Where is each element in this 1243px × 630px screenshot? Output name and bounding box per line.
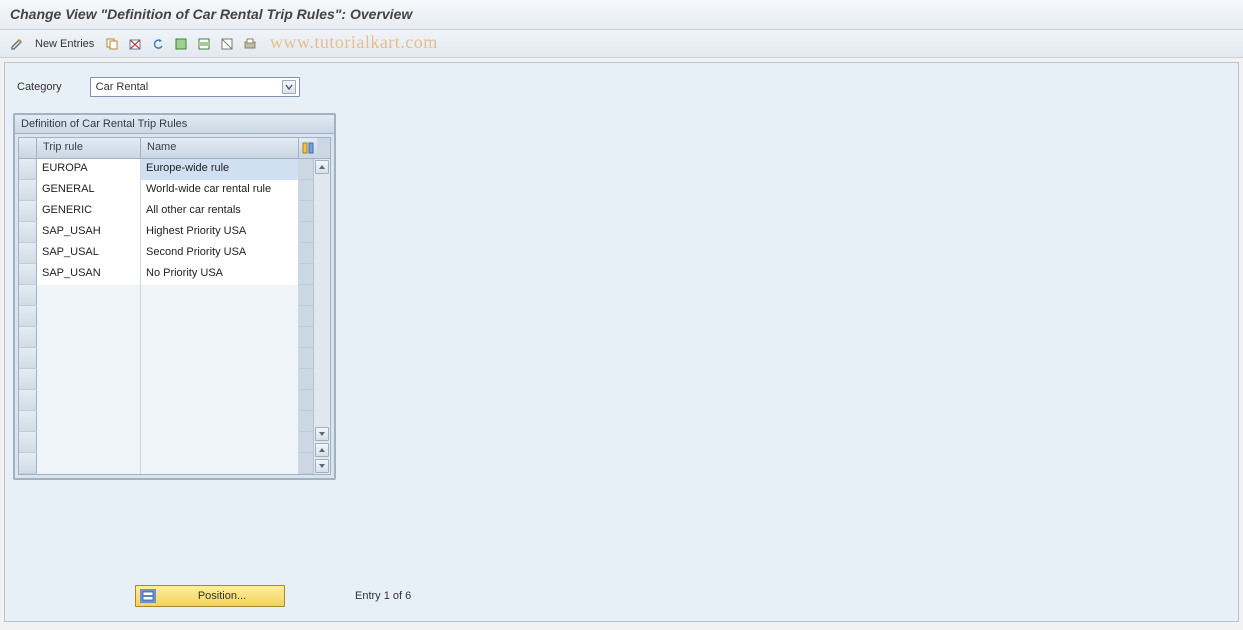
table-row[interactable]: GENERALWorld-wide car rental rule <box>19 180 313 201</box>
vertical-scrollbar[interactable] <box>313 159 330 474</box>
category-label: Category <box>17 81 62 93</box>
new-entries-button[interactable]: New Entries <box>31 35 98 53</box>
position-button[interactable]: Position... <box>135 585 285 607</box>
row-selector[interactable] <box>19 306 37 326</box>
cell-trip-rule[interactable] <box>37 306 141 327</box>
print-config-icon[interactable] <box>241 35 259 53</box>
cell-trip-rule[interactable] <box>37 432 141 453</box>
cell-trip-rule[interactable]: SAP_USAN <box>37 264 141 285</box>
entry-counter: Entry 1 of 6 <box>355 590 411 602</box>
footer-row: Position... Entry 1 of 6 <box>135 585 411 607</box>
scroll-up-icon[interactable] <box>315 160 329 174</box>
table-row[interactable] <box>19 306 313 327</box>
row-selector[interactable] <box>19 201 37 221</box>
chevron-down-icon <box>282 80 296 94</box>
row-selector[interactable] <box>19 180 37 200</box>
cell-trip-rule[interactable]: GENERAL <box>37 180 141 201</box>
row-selector[interactable] <box>19 285 37 305</box>
position-icon <box>140 589 156 603</box>
table-row[interactable] <box>19 411 313 432</box>
cell-trip-rule[interactable] <box>37 411 141 432</box>
content-area: Category Car Rental Definition of Car Re… <box>4 62 1239 622</box>
cell-name[interactable] <box>141 411 299 432</box>
table-row[interactable] <box>19 348 313 369</box>
row-selector[interactable] <box>19 348 37 368</box>
row-selector[interactable] <box>19 390 37 410</box>
row-selector[interactable] <box>19 264 37 284</box>
category-value: Car Rental <box>96 81 149 93</box>
cell-name[interactable]: No Priority USA <box>141 264 299 285</box>
table-row[interactable]: GENERICAll other car rentals <box>19 201 313 222</box>
scroll-down2-icon[interactable] <box>315 459 329 473</box>
cell-name[interactable] <box>141 285 299 306</box>
row-selector[interactable] <box>19 243 37 263</box>
delete-icon[interactable] <box>126 35 144 53</box>
row-selector[interactable] <box>19 369 37 389</box>
position-label: Position... <box>164 590 280 602</box>
category-dropdown[interactable]: Car Rental <box>90 77 300 97</box>
cell-name[interactable] <box>141 327 299 348</box>
cell-name[interactable] <box>141 348 299 369</box>
cell-trip-rule[interactable]: GENERIC <box>37 201 141 222</box>
cell-trip-rule[interactable]: SAP_USAL <box>37 243 141 264</box>
column-trip-rule[interactable]: Trip rule <box>37 138 141 158</box>
cell-name[interactable] <box>141 390 299 411</box>
row-selector[interactable] <box>19 222 37 242</box>
cell-trip-rule[interactable] <box>37 348 141 369</box>
table-header: Trip rule Name <box>19 138 330 159</box>
watermark-text: www.tutorialkart.com <box>270 32 438 53</box>
table-row[interactable] <box>19 369 313 390</box>
scroll-down-icon[interactable] <box>315 427 329 441</box>
cell-name[interactable]: Second Priority USA <box>141 243 299 264</box>
table-row[interactable]: SAP_USAHHighest Priority USA <box>19 222 313 243</box>
cell-trip-rule[interactable] <box>37 327 141 348</box>
row-selector[interactable] <box>19 159 37 179</box>
rules-panel: Definition of Car Rental Trip Rules Trip… <box>13 113 336 480</box>
page-title: Change View "Definition of Car Rental Tr… <box>10 6 412 22</box>
row-selector[interactable] <box>19 327 37 347</box>
table-row[interactable] <box>19 432 313 453</box>
toolbar: New Entries www.tutorialkart.com <box>0 30 1243 58</box>
table-row[interactable] <box>19 327 313 348</box>
copy-icon[interactable] <box>103 35 121 53</box>
cell-name[interactable]: Europe-wide rule <box>141 159 299 180</box>
deselect-all-icon[interactable] <box>218 35 236 53</box>
cell-trip-rule[interactable] <box>37 285 141 306</box>
row-selector[interactable] <box>19 432 37 452</box>
table-row[interactable] <box>19 285 313 306</box>
select-all-header[interactable] <box>19 138 37 158</box>
table-config-icon[interactable] <box>299 138 317 158</box>
panel-title: Definition of Car Rental Trip Rules <box>15 115 334 134</box>
row-selector[interactable] <box>19 411 37 431</box>
row-selector[interactable] <box>19 453 37 473</box>
table-row[interactable] <box>19 453 313 474</box>
cell-trip-rule[interactable]: SAP_USAH <box>37 222 141 243</box>
cell-name[interactable] <box>141 306 299 327</box>
rules-table: Trip rule Name EUROPAEurope-wide ruleGEN… <box>18 137 331 475</box>
select-all-icon[interactable] <box>172 35 190 53</box>
column-name[interactable]: Name <box>141 138 299 158</box>
cell-trip-rule[interactable]: EUROPA <box>37 159 141 180</box>
undo-icon[interactable] <box>149 35 167 53</box>
cell-name[interactable]: All other car rentals <box>141 201 299 222</box>
cell-name[interactable] <box>141 369 299 390</box>
toggle-change-icon[interactable] <box>8 35 26 53</box>
table-row[interactable]: SAP_USANNo Priority USA <box>19 264 313 285</box>
select-block-icon[interactable] <box>195 35 213 53</box>
table-row[interactable] <box>19 390 313 411</box>
cell-trip-rule[interactable] <box>37 453 141 474</box>
scroll-up2-icon[interactable] <box>315 443 329 457</box>
title-bar: Change View "Definition of Car Rental Tr… <box>0 0 1243 30</box>
table-row[interactable]: SAP_USALSecond Priority USA <box>19 243 313 264</box>
cell-name[interactable]: Highest Priority USA <box>141 222 299 243</box>
cell-name[interactable] <box>141 453 299 474</box>
category-row: Category Car Rental <box>17 77 1230 97</box>
cell-name[interactable]: World-wide car rental rule <box>141 180 299 201</box>
cell-name[interactable] <box>141 432 299 453</box>
cell-trip-rule[interactable] <box>37 369 141 390</box>
cell-trip-rule[interactable] <box>37 390 141 411</box>
table-row[interactable]: EUROPAEurope-wide rule <box>19 159 313 180</box>
